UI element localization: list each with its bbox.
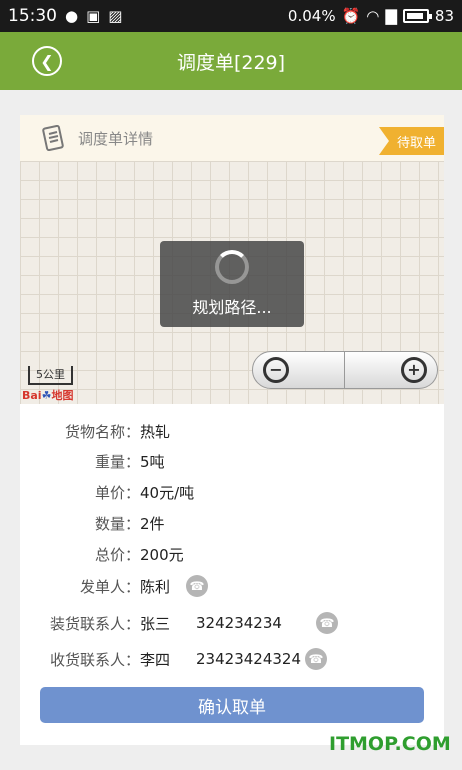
battery-level: 83 bbox=[434, 7, 454, 25]
loading-phone: 324234234 bbox=[196, 614, 282, 632]
sender-phone-icon[interactable]: ☎ bbox=[186, 575, 209, 597]
chevron-left-icon: ❮ bbox=[40, 51, 54, 71]
paw-icon: ☘ bbox=[41, 389, 52, 402]
data-rate: 0.04% bbox=[287, 7, 336, 25]
card-header: 调度单详情 待取单 bbox=[20, 115, 444, 161]
zoom-in-icon: + bbox=[401, 357, 427, 383]
image-icon: ▨ bbox=[108, 7, 123, 25]
camera-icon: ▣ bbox=[86, 7, 101, 25]
watermark: ITMOP.COM bbox=[329, 733, 451, 755]
status-bar: 15:30 ● ▣ ▨ 0.04% ⏰ ◠ ▇ 83 bbox=[0, 0, 462, 32]
zoom-out-icon: − bbox=[263, 357, 289, 383]
loading-text: 规划路径... bbox=[192, 298, 272, 317]
detail-row-total: 总价： 200元 bbox=[94, 545, 184, 564]
receiving-phone-icon[interactable]: ☎ bbox=[305, 648, 327, 670]
detail-row-goods: 货物名称： 热轧 bbox=[64, 422, 171, 441]
receiving-phone: 23423424324 bbox=[196, 650, 301, 668]
map-scale: 5公里 bbox=[28, 366, 73, 385]
battery-icon bbox=[402, 9, 432, 23]
route-map[interactable]: 规划路径... 5公里 Bai☘地图 − + bbox=[20, 161, 444, 404]
detail-row-sender: 发单人： 陈利 ☎ bbox=[20, 571, 444, 601]
zoom-out-button[interactable]: − bbox=[252, 351, 345, 389]
spinner-icon bbox=[215, 250, 249, 284]
zoom-in-button[interactable]: + bbox=[345, 351, 438, 389]
detail-row-unit-price: 单价： 40元/吨 bbox=[94, 483, 195, 502]
nav-bar: ❮ 调度单[229] bbox=[0, 32, 462, 90]
detail-row-loading-contact: 装货联系人： 张三 324234234 ☎ bbox=[20, 608, 444, 638]
map-logo: Bai☘地图 bbox=[22, 389, 74, 402]
confirm-pickup-button[interactable]: 确认取单 bbox=[40, 687, 424, 723]
status-time: 15:30 bbox=[8, 6, 57, 26]
detail-row-receiving-contact: 收货联系人： 李四 23423424324 ☎ bbox=[20, 644, 444, 674]
detail-row-weight: 重量： 5吨 bbox=[94, 452, 165, 471]
alarm-icon: ⏰ bbox=[341, 7, 361, 25]
card-title: 调度单详情 bbox=[78, 129, 154, 148]
document-icon bbox=[42, 125, 64, 151]
status-right: 0.04% ⏰ ◠ ▇ 83 bbox=[288, 7, 454, 25]
chat-icon: ● bbox=[65, 7, 79, 25]
wifi-icon: ◠ bbox=[366, 7, 380, 25]
loading-phone-icon[interactable]: ☎ bbox=[315, 612, 338, 634]
status-badge: 待取单 bbox=[378, 127, 444, 155]
signal-icon: ▇ bbox=[385, 7, 397, 25]
detail-row-quantity: 数量： 2件 bbox=[94, 514, 165, 533]
page-title: 调度单[229] bbox=[176, 51, 286, 74]
loading-overlay: 规划路径... bbox=[160, 241, 304, 327]
zoom-control: − + bbox=[252, 351, 438, 389]
back-button[interactable]: ❮ bbox=[32, 46, 62, 76]
dispatch-card: 调度单详情 待取单 规划路径... 5公里 Bai☘地图 − + 货物名称： 热… bbox=[20, 115, 444, 745]
